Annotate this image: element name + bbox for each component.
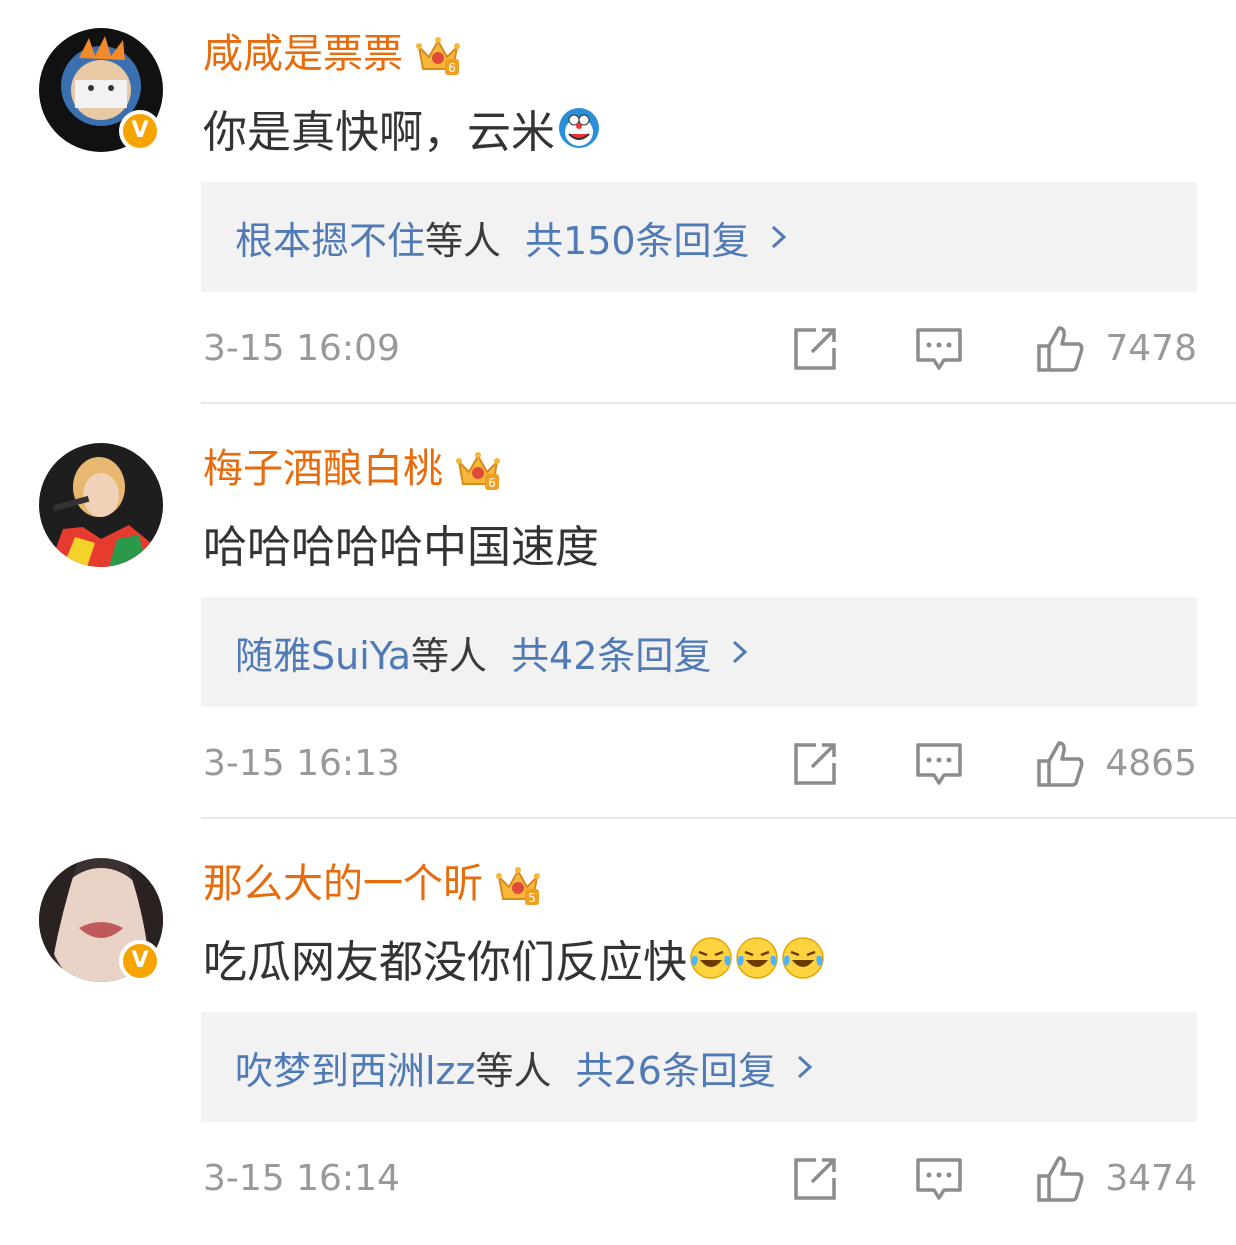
verified-v-icon: V [119,940,161,982]
comment-text: 哈哈哈哈哈中国速度 [203,522,599,573]
replies-summary[interactable]: 随雅SuiYa 等人 共42条回复 [201,597,1197,707]
replies-summary[interactable]: 吹梦到西洲lzz 等人 共26条回复 [201,1012,1197,1122]
reply-total[interactable]: 共150条回复 [525,210,750,265]
laugh-cry-emoji [736,937,778,979]
like-count: 3474 [1105,1158,1197,1199]
share-icon[interactable] [790,1154,840,1204]
laugh-cry-emoji [782,937,824,979]
share-icon[interactable] [790,324,840,374]
divider [201,817,1236,819]
reply-users[interactable]: 吹梦到西洲lzz [235,1040,475,1095]
comment-icon[interactable] [914,324,964,374]
share-icon[interactable] [790,739,840,789]
like-icon[interactable] [1035,1154,1085,1204]
svg-text:6: 6 [488,476,496,490]
comment-text: 你是真快啊，云米 [203,100,601,158]
timestamp: 3-15 16:13 [203,743,400,784]
reply-users[interactable]: 根本摁不住 [235,210,425,265]
chevron-right-icon [733,640,748,664]
timestamp: 3-15 16:14 [203,1158,400,1199]
like-count: 4865 [1105,743,1197,784]
like-count: 7478 [1105,328,1197,369]
comment-icon[interactable] [914,739,964,789]
divider [201,402,1236,404]
replies-summary[interactable]: 根本摁不住 等人 共150条回复 [201,182,1197,292]
username[interactable]: 梅子酒酿白桃 [203,443,443,495]
chevron-right-icon [771,225,786,249]
comment-text: 吃瓜网友都没你们反应快 [203,930,825,988]
vip-crown-icon: 6 [456,452,500,490]
timestamp: 3-15 16:09 [203,328,400,369]
like-icon[interactable] [1035,739,1085,789]
laugh-cry-emoji [690,937,732,979]
chevron-right-icon [797,1055,813,1079]
vip-crown-icon: 6 [416,37,460,75]
username[interactable]: 那么大的一个昕 [203,858,483,910]
reply-suffix: 等人 [411,633,488,678]
vip-crown-icon: 5 [496,867,540,905]
reply-total[interactable]: 共42条回复 [511,625,711,680]
comment-icon[interactable] [914,1154,964,1204]
reply-users[interactable]: 随雅SuiYa [235,625,411,680]
comment-item: V 咸咸是票票 6 你是真快啊，云米 根本摁不住 等人 共150条回复 3-15… [0,0,1236,415]
reply-suffix: 等人 [425,218,502,263]
reply-suffix: 等人 [475,1048,552,1093]
avatar[interactable] [39,443,163,567]
reply-total[interactable]: 共26条回复 [575,1040,775,1095]
svg-text:5: 5 [528,891,536,905]
comment-item: 梅子酒酿白桃 6 哈哈哈哈哈中国速度 随雅SuiYa 等人 共42条回复 3-1… [0,415,1236,830]
comment-item: V 那么大的一个昕 5 吃瓜网友都没你们反应快 吹梦到西洲lzz 等人 共26条… [0,830,1236,1245]
username[interactable]: 咸咸是票票 [203,28,403,80]
doraemon-emoji [559,108,599,148]
svg-text:6: 6 [448,61,456,75]
verified-v-icon: V [119,110,161,152]
like-icon[interactable] [1035,324,1085,374]
